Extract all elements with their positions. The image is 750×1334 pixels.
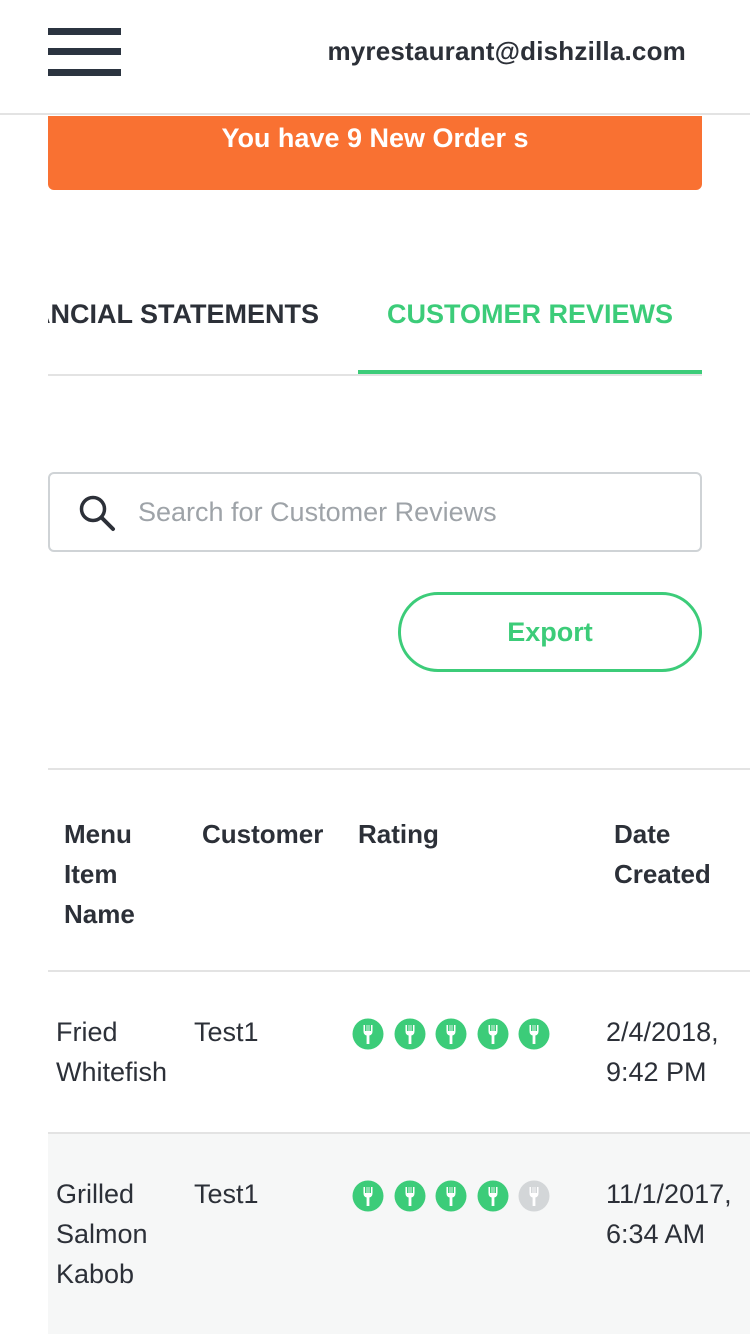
cell-menu-item: Fried Whitefish — [56, 1017, 168, 1087]
fork-rating-filled-icon — [435, 1018, 467, 1050]
hamburger-icon[interactable] — [48, 28, 121, 76]
fork-rating-filled-icon — [518, 1018, 550, 1050]
rating-forks — [352, 1180, 572, 1212]
search-input[interactable] — [138, 474, 678, 550]
fork-rating-filled-icon — [352, 1018, 384, 1050]
table-row[interactable]: Fried Whitefish Test1 2/4/2018, 9:42 PM — [48, 972, 750, 1134]
column-header-date-created[interactable]: Date Created — [614, 814, 734, 894]
cell-date-created: 11/1/2017, 6:34 AM — [606, 1179, 732, 1249]
fork-rating-filled-icon — [477, 1180, 508, 1212]
search-icon — [79, 495, 115, 531]
page: myrestaurant@dishzilla.com You have 9 Ne… — [0, 0, 750, 1334]
fork-rating-filled-icon — [394, 1018, 425, 1050]
tab-bar: FINANCIAL STATEMENTS CUSTOMER REVIEWS — [48, 280, 702, 376]
reviews-table: Menu Item Name Customer Rating Date Crea… — [48, 768, 750, 1334]
fork-rating-filled-icon — [435, 1180, 467, 1212]
user-email[interactable]: myrestaurant@dishzilla.com — [327, 36, 686, 67]
app-header: myrestaurant@dishzilla.com — [0, 0, 750, 115]
cell-menu-item: Grilled Salmon Kabob — [56, 1179, 148, 1289]
cell-customer: Test1 — [194, 1017, 259, 1047]
table-row[interactable]: Grilled Salmon Kabob Test1 11/1/2017, 6:… — [48, 1134, 750, 1334]
fork-rating-filled-icon — [477, 1018, 508, 1050]
column-header-rating[interactable]: Rating — [358, 814, 478, 854]
search-box — [48, 472, 702, 552]
cell-customer: Test1 — [194, 1179, 259, 1209]
column-header-menu-item[interactable]: Menu Item Name — [64, 814, 174, 934]
fork-rating-filled-icon — [352, 1180, 384, 1212]
tab-financial-statements[interactable]: FINANCIAL STATEMENTS — [48, 280, 319, 374]
rating-forks — [352, 1018, 572, 1050]
fork-rating-empty-icon — [518, 1180, 550, 1212]
new-orders-banner[interactable]: You have 9 New Order s — [48, 116, 702, 190]
cell-date-created: 2/4/2018, 9:42 PM — [606, 1017, 719, 1087]
column-header-customer[interactable]: Customer — [202, 814, 342, 854]
tab-customer-reviews[interactable]: CUSTOMER REVIEWS — [358, 280, 702, 374]
table-header: Menu Item Name Customer Rating Date Crea… — [48, 770, 750, 972]
fork-rating-filled-icon — [394, 1180, 425, 1212]
export-button[interactable]: Export — [398, 592, 702, 672]
